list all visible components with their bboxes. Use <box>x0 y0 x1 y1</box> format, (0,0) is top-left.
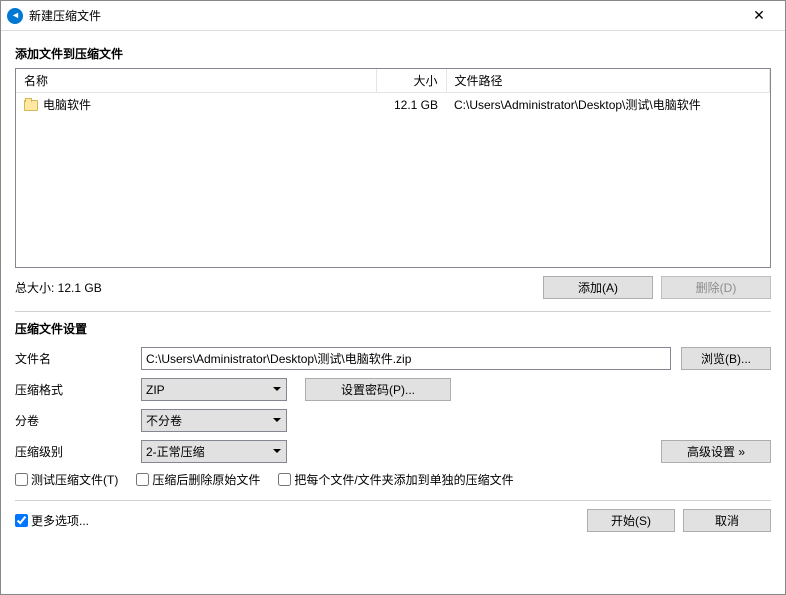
browse-button[interactable]: 浏览(B)... <box>681 347 771 370</box>
add-button[interactable]: 添加(A) <box>543 276 653 299</box>
advanced-settings-button[interactable]: 高级设置 » <box>661 440 771 463</box>
more-options-checkbox[interactable]: 更多选项... <box>15 512 89 529</box>
total-size-label: 总大小: 12.1 GB <box>15 279 543 296</box>
filename-label: 文件名 <box>15 350 141 367</box>
cancel-button[interactable]: 取消 <box>683 509 771 532</box>
row-size: 12.1 GB <box>376 93 446 117</box>
divider <box>15 500 771 501</box>
close-button[interactable]: ✕ <box>739 2 779 30</box>
level-select[interactable]: 2-正常压缩 <box>141 440 287 463</box>
divider <box>15 311 771 312</box>
col-name[interactable]: 名称 <box>16 69 376 93</box>
delete-after-checkbox[interactable]: 压缩后删除原始文件 <box>136 471 260 488</box>
separate-archives-checkbox[interactable]: 把每个文件/文件夹添加到单独的压缩文件 <box>278 471 513 488</box>
format-select[interactable]: ZIP <box>141 378 287 401</box>
col-size[interactable]: 大小 <box>376 69 446 93</box>
set-password-button[interactable]: 设置密码(P)... <box>305 378 451 401</box>
filename-input[interactable] <box>141 347 671 370</box>
folder-icon <box>24 100 38 111</box>
split-label: 分卷 <box>15 412 141 429</box>
col-path[interactable]: 文件路径 <box>446 69 770 93</box>
row-path: C:\Users\Administrator\Desktop\测试\电脑软件 <box>446 93 770 117</box>
table-row[interactable]: 电脑软件 12.1 GB C:\Users\Administrator\Desk… <box>16 93 770 117</box>
section-add-files-title: 添加文件到压缩文件 <box>15 45 771 62</box>
test-checkbox[interactable]: 测试压缩文件(T) <box>15 471 118 488</box>
section-settings-title: 压缩文件设置 <box>15 320 771 337</box>
app-icon <box>7 8 23 24</box>
file-list[interactable]: 名称 大小 文件路径 电脑软件 12.1 GB C:\Users\Adminis… <box>15 68 771 268</box>
format-label: 压缩格式 <box>15 381 141 398</box>
delete-button: 删除(D) <box>661 276 771 299</box>
row-name: 电脑软件 <box>43 98 91 112</box>
window-title: 新建压缩文件 <box>29 7 739 24</box>
start-button[interactable]: 开始(S) <box>587 509 675 532</box>
split-select[interactable]: 不分卷 <box>141 409 287 432</box>
level-label: 压缩级别 <box>15 443 141 460</box>
